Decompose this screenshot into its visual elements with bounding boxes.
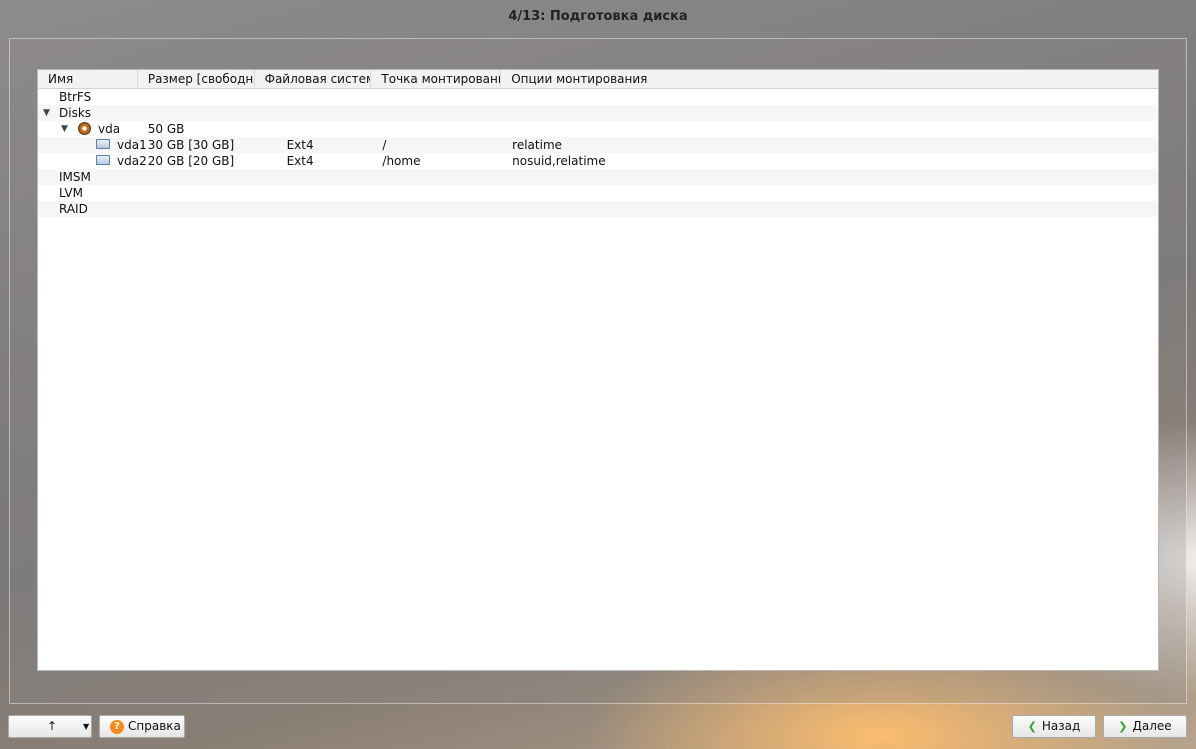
help-button-label: Справка bbox=[128, 719, 181, 733]
row-size: 50 GB bbox=[147, 122, 185, 136]
tree-row-raid[interactable]: RAID bbox=[38, 201, 1158, 217]
chevron-left-icon: ❮ bbox=[1027, 720, 1037, 733]
row-filesystem bbox=[263, 169, 380, 185]
row-size: 20 GB [20 GB] bbox=[147, 154, 235, 168]
row-name: LVM bbox=[59, 186, 83, 200]
row-options bbox=[509, 169, 1158, 185]
row-size bbox=[146, 89, 263, 105]
column-header-mount-options[interactable]: Опции монтирования bbox=[501, 70, 1158, 88]
row-mountpoint bbox=[379, 185, 509, 201]
row-name: vda1 bbox=[117, 138, 146, 152]
row-options bbox=[509, 89, 1158, 105]
row-size: 30 GB [30 GB] bbox=[147, 138, 235, 152]
next-button[interactable]: ❯ Далее bbox=[1103, 715, 1187, 738]
row-mountpoint: /home bbox=[382, 154, 421, 168]
partition-tree[interactable]: Имя Размер [свободно] Файловая система Т… bbox=[37, 69, 1159, 671]
tree-row-disks[interactable]: ▼ Disks bbox=[38, 105, 1158, 121]
row-mountpoint bbox=[379, 201, 509, 217]
row-filesystem bbox=[263, 121, 380, 137]
tree-row-imsm[interactable]: IMSM bbox=[38, 169, 1158, 185]
help-button[interactable]: ? Справка bbox=[99, 715, 185, 738]
row-filesystem bbox=[263, 89, 380, 105]
row-mountpoint bbox=[379, 89, 509, 105]
next-button-label: Далее bbox=[1132, 719, 1172, 733]
up-menu-button[interactable]: ↑ ▼ bbox=[8, 715, 92, 738]
row-mountpoint bbox=[379, 105, 509, 121]
tree-row-vda1[interactable]: vda1 30 GB [30 GB] Ext4 / relatime bbox=[38, 137, 1158, 153]
row-mountpoint bbox=[379, 169, 509, 185]
column-header-size[interactable]: Размер [свободно] bbox=[138, 70, 255, 88]
row-options bbox=[509, 185, 1158, 201]
tree-header: Имя Размер [свободно] Файловая система Т… bbox=[38, 70, 1158, 89]
dropdown-arrow-icon[interactable]: ▼ bbox=[83, 716, 89, 737]
row-name: RAID bbox=[59, 202, 88, 216]
row-size bbox=[146, 169, 263, 185]
row-name: IMSM bbox=[59, 170, 91, 184]
window-title: 4/13: Подготовка диска bbox=[508, 9, 688, 24]
back-button[interactable]: ❮ Назад bbox=[1012, 715, 1096, 738]
triangle-down-icon[interactable]: ▼ bbox=[61, 121, 68, 137]
tree-row-vda2[interactable]: vda2 20 GB [20 GB] Ext4 /home nosuid,rel… bbox=[38, 153, 1158, 169]
column-header-mountpoint[interactable]: Точка монтирования bbox=[371, 70, 502, 88]
row-filesystem bbox=[263, 201, 380, 217]
triangle-down-icon[interactable]: ▼ bbox=[43, 105, 50, 121]
arrow-up-icon: ↑ bbox=[47, 719, 58, 733]
row-options: relatime bbox=[512, 138, 563, 152]
help-icon: ? bbox=[110, 719, 124, 734]
partition-icon bbox=[96, 155, 110, 165]
back-button-label: Назад bbox=[1041, 719, 1081, 733]
column-header-name[interactable]: Имя bbox=[38, 70, 138, 88]
row-options bbox=[509, 121, 1158, 137]
hard-disk-icon bbox=[78, 122, 91, 135]
row-size bbox=[146, 105, 263, 121]
tree-row-btrfs[interactable]: BtrFS bbox=[38, 89, 1158, 105]
row-size bbox=[146, 185, 263, 201]
row-options bbox=[509, 105, 1158, 121]
row-options bbox=[509, 201, 1158, 217]
row-filesystem bbox=[263, 185, 380, 201]
row-options: nosuid,relatime bbox=[512, 154, 606, 168]
tree-row-lvm[interactable]: LVM bbox=[38, 185, 1158, 201]
row-filesystem: Ext4 bbox=[286, 154, 314, 168]
tree-row-vda[interactable]: ▼ vda 50 GB bbox=[38, 121, 1158, 137]
row-filesystem bbox=[263, 105, 380, 121]
row-name: vda2 bbox=[117, 154, 146, 168]
row-mountpoint bbox=[379, 121, 509, 137]
row-name: BtrFS bbox=[59, 90, 92, 104]
column-header-filesystem[interactable]: Файловая система bbox=[255, 70, 372, 88]
partition-icon bbox=[96, 139, 110, 149]
row-filesystem: Ext4 bbox=[286, 138, 314, 152]
row-size bbox=[146, 201, 263, 217]
row-mountpoint: / bbox=[382, 138, 387, 152]
chevron-right-icon: ❯ bbox=[1118, 720, 1128, 733]
